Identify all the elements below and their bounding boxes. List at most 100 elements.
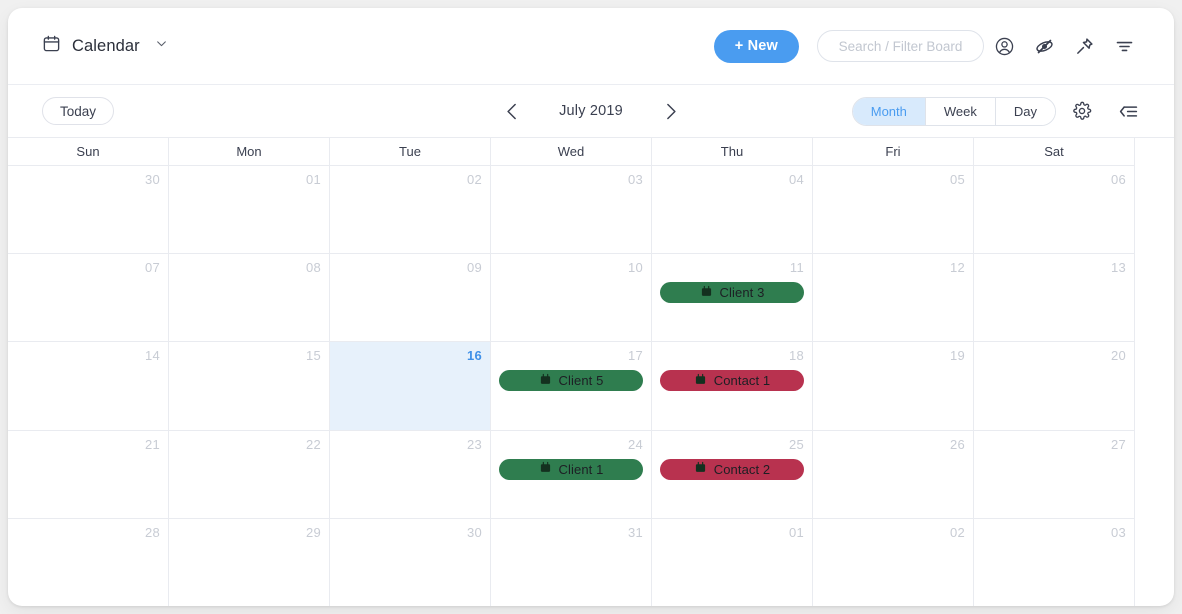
day-number: 02 [949, 524, 965, 540]
calendar-event[interactable]: Contact 1 [660, 370, 804, 392]
gear-icon[interactable] [1062, 91, 1102, 131]
calendar-navigation-bar: Today July 2019 Month Week Day [8, 85, 1174, 138]
day-cell[interactable]: 25 Contact 2 [652, 430, 813, 518]
day-cell[interactable]: 31 [491, 518, 652, 606]
day-of-week-header: Wed [491, 138, 652, 165]
calendar-event-label: Client 3 [719, 285, 765, 301]
day-events: Contact 1 [660, 370, 804, 392]
day-number: 30 [466, 524, 482, 540]
day-cell[interactable]: 28 [8, 518, 169, 606]
new-button[interactable]: + New [713, 29, 799, 63]
day-cell[interactable]: 01 [652, 518, 813, 606]
collapse-left-icon[interactable] [1108, 91, 1148, 131]
day-cell[interactable]: 09 [330, 254, 491, 342]
view-tab-month[interactable]: Month [852, 97, 926, 125]
calendar-event[interactable]: Contact 2 [660, 458, 804, 480]
pin-icon[interactable] [1064, 26, 1104, 66]
day-of-week-header: Sat [974, 138, 1135, 165]
day-of-week-header: Tue [330, 138, 491, 165]
calendar-event-icon [539, 373, 552, 389]
chevron-left-icon[interactable] [492, 93, 532, 129]
day-cell[interactable]: 12 [813, 254, 974, 342]
day-number: 01 [788, 524, 804, 540]
calendar-event-label: Client 1 [558, 461, 604, 477]
day-cell[interactable]: 04 [652, 166, 813, 254]
day-cell[interactable]: 03 [974, 518, 1135, 606]
day-cell[interactable]: 27 [974, 430, 1135, 518]
filter-icon[interactable] [1104, 26, 1144, 66]
calendar-event[interactable]: Client 1 [499, 458, 643, 480]
board-switcher[interactable]: Calendar [42, 34, 168, 58]
day-cell[interactable]: 14 [8, 342, 169, 430]
day-number: 25 [788, 436, 804, 452]
day-number: 01 [305, 172, 321, 187]
day-number: 11 [789, 260, 804, 276]
view-switcher: Month Week Day [851, 96, 1056, 126]
day-cell[interactable]: 19 [813, 342, 974, 430]
day-cell[interactable]: 06 [974, 166, 1135, 254]
search-field-wrapper [817, 30, 984, 62]
day-number: 05 [949, 172, 965, 187]
chevron-right-icon[interactable] [650, 93, 690, 129]
day-cell[interactable]: 22 [169, 430, 330, 518]
day-number: 12 [949, 260, 965, 276]
search-input[interactable] [817, 30, 984, 62]
day-cell[interactable]: 15 [169, 342, 330, 430]
calendar-event[interactable]: Client 5 [499, 370, 643, 392]
view-tab-day[interactable]: Day [995, 97, 1055, 125]
chevron-down-icon[interactable] [155, 37, 168, 55]
top-toolbar: Calendar + New [8, 8, 1174, 85]
day-number: 24 [627, 436, 643, 452]
day-number: 27 [1110, 436, 1126, 452]
day-cell[interactable]: 17 Client 5 [491, 342, 652, 430]
day-cell[interactable]: 03 [491, 166, 652, 254]
day-number: 30 [144, 172, 160, 187]
day-number: 06 [1110, 172, 1126, 187]
account-circle-icon[interactable] [984, 26, 1024, 66]
day-cell[interactable]: 21 [8, 430, 169, 518]
day-cell[interactable]: 08 [169, 254, 330, 342]
day-cell[interactable]: 02 [813, 518, 974, 606]
calendar-event-icon [539, 461, 552, 477]
day-number: 09 [466, 260, 482, 276]
day-cell-today[interactable]: 16 [330, 342, 491, 430]
day-of-week-header: Mon [169, 138, 330, 165]
day-cell[interactable]: 29 [169, 518, 330, 606]
calendar-event-label: Contact 1 [713, 373, 771, 389]
day-number: 08 [305, 260, 321, 276]
calendar-event-label: Contact 2 [713, 461, 771, 477]
day-cell[interactable]: 11 Client 3 [652, 254, 813, 342]
calendar-grid-area: Sun Mon Tue Wed Thu Fri Sat 30 01 02 03 04 05 06 07 08… [8, 138, 1174, 606]
calendar-grid: Sun Mon Tue Wed Thu Fri Sat 30 01 02 03 04 05 06 07 08… [8, 138, 1135, 606]
day-number: 13 [1110, 260, 1126, 276]
day-cell[interactable]: 13 [974, 254, 1135, 342]
day-of-week-header: Thu [652, 138, 813, 165]
view-tab-week[interactable]: Week [925, 97, 996, 125]
day-cell[interactable]: 30 [8, 166, 169, 254]
day-cell[interactable]: 26 [813, 430, 974, 518]
day-number: 07 [144, 260, 160, 276]
day-number: 03 [627, 172, 643, 187]
day-cell[interactable]: 30 [330, 518, 491, 606]
day-number: 31 [627, 524, 643, 540]
day-events: Client 3 [660, 282, 804, 304]
eye-off-icon[interactable] [1024, 26, 1064, 66]
day-cell[interactable]: 07 [8, 254, 169, 342]
day-cell[interactable]: 01 [169, 166, 330, 254]
day-number: 04 [788, 172, 804, 187]
calendar-week-row: 21 22 23 24 Client 1 25 Contact 2 26 27 [8, 430, 1135, 519]
day-cell[interactable]: 24 Client 1 [491, 430, 652, 518]
day-events: Contact 2 [660, 458, 804, 480]
calendar-icon [42, 34, 61, 58]
calendar-event[interactable]: Client 3 [660, 282, 804, 304]
day-cell[interactable]: 05 [813, 166, 974, 254]
day-cell[interactable]: 23 [330, 430, 491, 518]
day-cell[interactable]: 20 [974, 342, 1135, 430]
calendar-week-row: 07 08 09 10 11 Client 3 12 13 [8, 254, 1135, 343]
calendar-week-row: 14 15 16 17 Client 5 18 Contact 1 19 20 [8, 342, 1135, 431]
day-number: 03 [1110, 524, 1126, 540]
today-button[interactable]: Today [42, 97, 115, 125]
day-cell[interactable]: 18 Contact 1 [652, 342, 813, 430]
day-cell[interactable]: 02 [330, 166, 491, 254]
day-cell[interactable]: 10 [491, 254, 652, 342]
